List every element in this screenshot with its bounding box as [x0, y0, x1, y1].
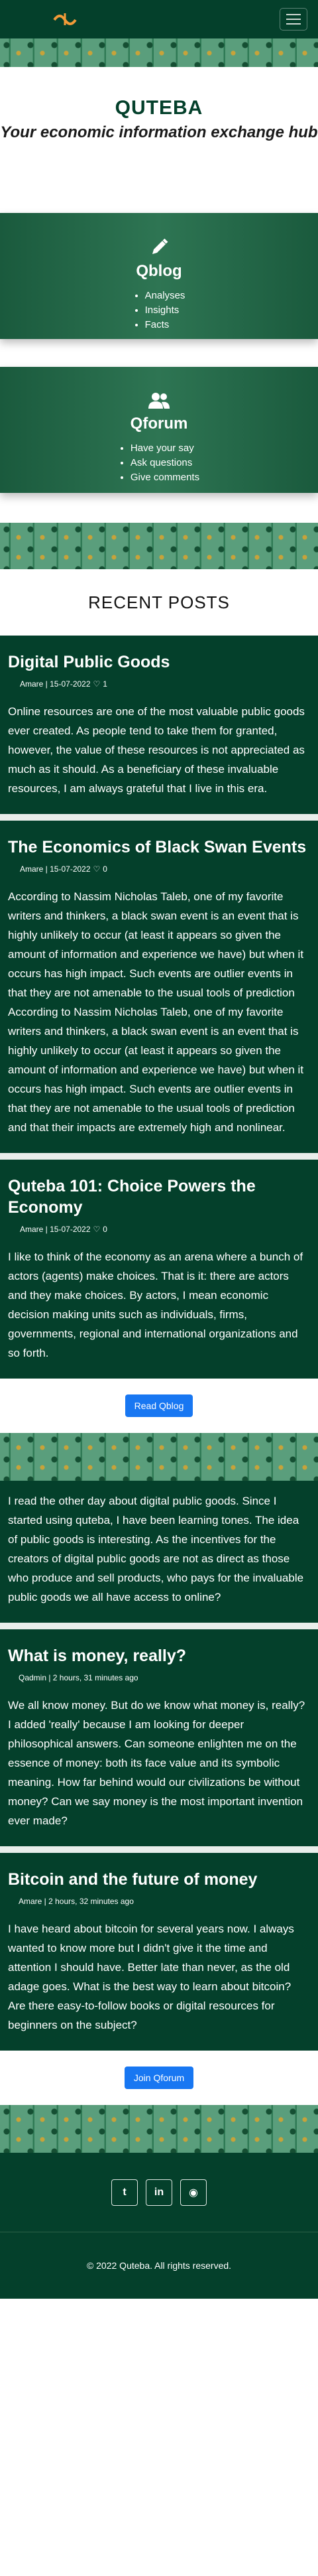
post-title[interactable]: The Economics of Black Swan Events [8, 837, 310, 858]
footer-copyright: © 2022 Quteba. All rights reserved. [0, 2232, 318, 2299]
social-links: t in ◉ [0, 2153, 318, 2232]
qblog-card[interactable]: Qblog Analyses Insights Facts [0, 213, 318, 339]
heart-icon[interactable]: ♡ [93, 1225, 101, 1234]
users-icon [148, 393, 170, 409]
forum-post[interactable]: Bitcoin and the future of money Amare | … [0, 1853, 318, 2051]
forum-post-meta: Qadmin | 2 hours, 31 minutes ago [19, 1673, 138, 1682]
qblog-title: Qblog [136, 262, 182, 280]
post-meta: Amare | 15-07-2022 [20, 679, 91, 689]
read-qblog-button[interactable]: Read Qblog [125, 1394, 193, 1417]
post-body: According to Nassim Nicholas Taleb, one … [8, 890, 304, 1134]
recent-posts-heading: RECENT POSTS [0, 569, 318, 636]
pattern-band [0, 2105, 318, 2153]
qblog-item: Analyses [145, 289, 186, 303]
pattern-band [0, 1433, 318, 1481]
brand-title: QUTEBA [115, 97, 203, 119]
post-meta: Amare | 15-07-2022 [20, 1225, 91, 1234]
join-qforum-button[interactable]: Join Qforum [124, 2067, 194, 2089]
post-meta: Amare | 15-07-2022 [20, 864, 91, 874]
forum-post-meta: Amare | 2 hours, 32 minutes ago [19, 1897, 134, 1906]
blog-post[interactable]: Quteba 101: Choice Powers the Economy Am… [0, 1160, 318, 1379]
menu-toggle-button[interactable] [280, 8, 307, 31]
qforum-title: Qforum [130, 415, 188, 433]
heart-icon[interactable]: ♡ [93, 679, 101, 689]
heart-icon[interactable]: ♡ [93, 864, 101, 874]
like-count: 1 [103, 679, 107, 689]
brand-tagline: Your economic information exchange hub [0, 123, 318, 141]
twitter-icon[interactable]: t [111, 2179, 138, 2206]
blog-post[interactable]: Digital Public Goods Amare | 15-07-2022 ♡… [0, 636, 318, 821]
qblog-item: Insights [145, 303, 186, 318]
forum-post[interactable]: I read the other day about digital publi… [0, 1481, 318, 1629]
post-body: I like to think of the economy as an are… [8, 1251, 303, 1359]
pencil-icon [152, 238, 168, 254]
forum-post-body: I have heard about bitcoin for several y… [8, 1923, 294, 2031]
qforum-item: Have your say [131, 441, 199, 456]
forum-post-title[interactable]: What is money, really? [8, 1645, 310, 1666]
post-title[interactable]: Quteba 101: Choice Powers the Economy [8, 1176, 310, 1218]
linkedin-icon[interactable]: in [146, 2179, 172, 2206]
qforum-item: Ask questions [131, 456, 199, 470]
post-body: Online resources are one of the most val… [8, 705, 305, 795]
blog-post[interactable]: The Economics of Black Swan Events Amare… [0, 821, 318, 1160]
like-count: 0 [103, 1225, 107, 1234]
qforum-item: Give comments [131, 470, 199, 485]
forum-post-body: We all know money. But do we know what m… [8, 1699, 305, 1827]
pattern-band [0, 38, 318, 67]
navbar [0, 0, 318, 38]
github-icon[interactable]: ◉ [180, 2179, 207, 2206]
forum-post[interactable]: What is money, really? Qadmin | 2 hours,… [0, 1629, 318, 1853]
qblog-item: Facts [145, 318, 186, 332]
brand-logo[interactable] [52, 11, 78, 28]
hero: QUTEBA Your economic information exchang… [0, 67, 318, 213]
pattern-band [0, 523, 318, 569]
qforum-card[interactable]: Qforum Have your say Ask questions Give … [0, 367, 318, 493]
forum-post-body: I read the other day about digital publi… [8, 1495, 304, 1603]
forum-post-title[interactable]: Bitcoin and the future of money [8, 1869, 310, 1890]
post-title[interactable]: Digital Public Goods [8, 651, 310, 673]
like-count: 0 [103, 864, 107, 874]
